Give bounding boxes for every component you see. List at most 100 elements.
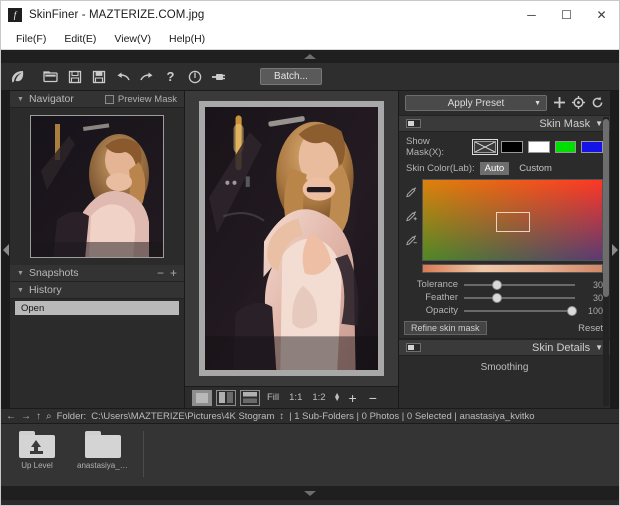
- feather-slider[interactable]: [464, 297, 575, 299]
- history-title: History: [29, 284, 62, 296]
- show-mask-label: Show Mask(X):: [406, 136, 469, 158]
- app-icon: f: [8, 8, 22, 22]
- preview-mask-checkbox[interactable]: Preview Mask: [105, 94, 177, 105]
- undo-icon[interactable]: [112, 67, 133, 87]
- chevron-left-icon: [3, 244, 9, 256]
- menu-edit[interactable]: Edit(E): [55, 32, 105, 46]
- batch-button[interactable]: Batch...: [260, 68, 322, 85]
- chevron-down-icon: ▼: [595, 343, 603, 352]
- skin-mask-panel-header[interactable]: Skin Mask ▼: [399, 115, 610, 132]
- ratio-1-1-button[interactable]: 1:1: [286, 392, 305, 403]
- skin-color-custom-button[interactable]: Custom: [514, 162, 557, 175]
- filmstrip-item-folder[interactable]: anastasiya_kvit...: [77, 431, 129, 470]
- eyedropper-add-icon[interactable]: [406, 209, 417, 227]
- navigator-preview[interactable]: [10, 108, 184, 265]
- chevron-down-icon: ▼: [17, 287, 24, 294]
- show-mask-row: Show Mask(X):: [399, 132, 610, 162]
- collapse-bottom-strip[interactable]: [1, 486, 619, 500]
- open-folder-icon[interactable]: [40, 67, 61, 87]
- maximize-button[interactable]: ☐: [549, 1, 584, 29]
- chevron-down-icon: ▼: [534, 100, 541, 107]
- add-preset-icon[interactable]: [552, 96, 566, 111]
- main-body: ▼ Navigator Preview Mask: [1, 91, 619, 408]
- snapshot-add-button[interactable]: +: [170, 268, 177, 278]
- skin-mask-toggle[interactable]: [406, 119, 421, 128]
- left-collapse-gutter[interactable]: [1, 91, 10, 408]
- ratio-1-2-button[interactable]: 1:2: [309, 392, 328, 403]
- right-panel-scrollbar[interactable]: [603, 117, 609, 406]
- path-spinner-icon[interactable]: ↕: [279, 411, 284, 422]
- history-item-open[interactable]: Open: [15, 301, 179, 315]
- menu-file[interactable]: File(F): [7, 32, 55, 46]
- color-selection-rect[interactable]: [496, 212, 530, 232]
- lab-color-field[interactable]: [422, 179, 603, 261]
- filmstrip-item-up-level[interactable]: Up Level: [11, 431, 63, 470]
- zoom-spinner[interactable]: ▲ ▼: [334, 394, 341, 402]
- fill-button[interactable]: Fill: [264, 392, 282, 403]
- mask-white-swatch[interactable]: [528, 141, 550, 153]
- menu-help[interactable]: Help(H): [160, 32, 214, 46]
- skin-color-auto-button[interactable]: Auto: [480, 162, 510, 175]
- navigator-panel-header[interactable]: ▼ Navigator Preview Mask: [10, 91, 184, 108]
- menu-view[interactable]: View(V): [105, 32, 160, 46]
- refine-skin-mask-button[interactable]: Refine skin mask: [404, 321, 487, 335]
- help-icon[interactable]: ?: [160, 67, 181, 87]
- menu-bar: File(F) Edit(E) View(V) Help(H): [1, 29, 619, 50]
- chevron-down-icon: ▼: [17, 270, 24, 277]
- plugin-icon[interactable]: [208, 67, 229, 87]
- save-as-icon[interactable]: [88, 67, 109, 87]
- opacity-value: 100: [581, 306, 603, 316]
- skin-details-toggle[interactable]: [406, 343, 421, 352]
- chevron-down-icon: [304, 491, 316, 496]
- apply-preset-dropdown[interactable]: Apply Preset ▼: [405, 95, 547, 111]
- mask-blue-swatch[interactable]: [581, 141, 603, 153]
- close-button[interactable]: ✕: [584, 1, 619, 29]
- zoom-out-button[interactable]: −: [365, 391, 381, 405]
- search-icon[interactable]: ⌕: [46, 411, 52, 422]
- skin-details-panel-header[interactable]: Skin Details ▼: [399, 339, 610, 356]
- eyedropper-remove-icon[interactable]: [406, 233, 417, 251]
- folder-info: | 1 Sub-Folders | 0 Photos | 0 Selected …: [289, 411, 534, 422]
- split-horizontal-button[interactable]: [240, 390, 260, 406]
- about-icon[interactable]: [184, 67, 205, 87]
- opacity-label: Opacity: [406, 305, 458, 316]
- snapshots-panel-header[interactable]: ▼ Snapshots − +: [10, 265, 184, 282]
- collapse-top-strip[interactable]: [1, 50, 619, 63]
- single-view-button[interactable]: [192, 390, 212, 406]
- mask-black-swatch[interactable]: [501, 141, 523, 153]
- preset-row: Apply Preset ▼: [399, 91, 610, 115]
- reset-link[interactable]: Reset: [578, 323, 603, 334]
- right-collapse-gutter[interactable]: [610, 91, 619, 408]
- status-bar: ← → ↑ ⌕ Folder: C:\Users\MAZTERIZE\Pictu…: [1, 408, 619, 424]
- mask-green-swatch[interactable]: [555, 141, 577, 153]
- refresh-icon[interactable]: [590, 96, 604, 111]
- forward-icon[interactable]: →: [21, 411, 31, 422]
- up-level-icon[interactable]: ↑: [36, 411, 41, 422]
- main-toolbar: ? Batch...: [1, 63, 619, 91]
- minimize-button[interactable]: ─: [514, 1, 549, 29]
- mask-none-swatch[interactable]: [474, 141, 496, 153]
- tolerance-slider[interactable]: [464, 284, 575, 286]
- folder-path[interactable]: C:\Users\MAZTERIZE\Pictures\4K Stogram: [91, 411, 274, 422]
- zoom-in-button[interactable]: +: [345, 391, 361, 405]
- skin-tone-bar[interactable]: [422, 264, 603, 273]
- image-canvas[interactable]: [185, 91, 398, 386]
- filmstrip-item-label: Up Level: [21, 461, 53, 470]
- split-vertical-button[interactable]: [216, 390, 236, 406]
- spinner-down-icon: ▼: [334, 398, 341, 402]
- feather-value: 30: [581, 293, 603, 303]
- gear-icon[interactable]: [571, 96, 585, 111]
- eyedropper-icon[interactable]: [406, 185, 417, 203]
- navigator-thumbnail[interactable]: [30, 115, 164, 258]
- snapshot-remove-button[interactable]: −: [157, 268, 164, 278]
- skin-color-label: Skin Color(Lab):: [406, 163, 475, 174]
- opacity-slider[interactable]: [464, 310, 575, 312]
- back-icon[interactable]: ←: [6, 411, 16, 422]
- skin-mask-title: Skin Mask: [539, 118, 590, 130]
- save-icon[interactable]: [64, 67, 85, 87]
- photo-view[interactable]: [205, 107, 378, 370]
- history-panel-header[interactable]: ▼ History: [10, 282, 184, 299]
- navigator-thumbnail-image: [31, 116, 164, 258]
- redo-icon[interactable]: [136, 67, 157, 87]
- title-bar: f SkinFiner - MAZTERIZE.COM.jpg ─ ☐ ✕: [1, 1, 619, 29]
